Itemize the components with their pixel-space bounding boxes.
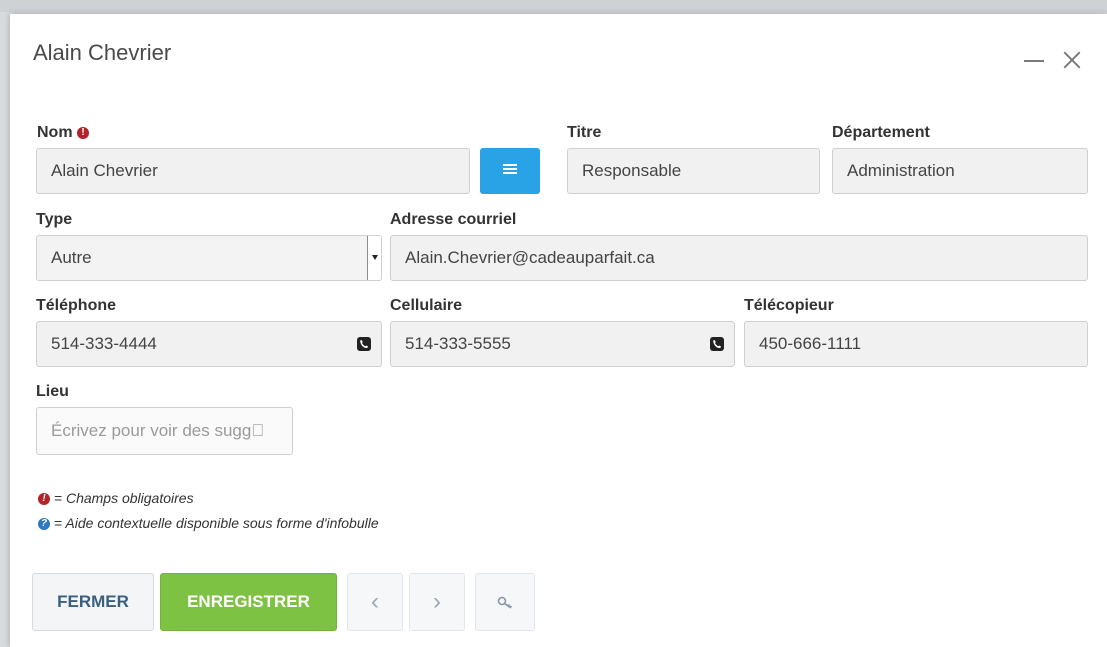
type-select[interactable]: Autre	[36, 235, 382, 281]
courriel-label: Adresse courriel	[390, 211, 517, 228]
minimize-button[interactable]	[1022, 48, 1046, 72]
nom-input[interactable]: Alain Chevrier	[36, 148, 470, 194]
key-icon	[497, 596, 513, 609]
telecopieur-label: Télécopieur	[744, 297, 834, 314]
courriel-input[interactable]: Alain.Chevrier@cadeauparfait.ca	[390, 235, 1088, 281]
enregistrer-button[interactable]: ENREGISTRER	[160, 573, 337, 631]
dialog-title: Alain Chevrier	[33, 40, 172, 65]
telecopieur-input[interactable]: 450-666-1111	[744, 321, 1088, 367]
contact-dialog: Alain Chevrier Nom ! Alain Chevrier Titr…	[10, 14, 1107, 647]
chevron-right-icon: ›	[433, 588, 441, 615]
cellulaire-input[interactable]: 514-333-5555	[390, 321, 735, 367]
question-circle-icon: ?	[38, 518, 50, 530]
cellulaire-label: Cellulaire	[390, 297, 463, 314]
departement-label: Département	[832, 124, 930, 141]
fermer-button[interactable]: FERMER	[32, 573, 154, 631]
required-icon: !	[77, 127, 90, 139]
telephone-value: 514-333-4444	[51, 334, 157, 353]
list-button[interactable]	[480, 148, 540, 194]
phone-icon	[710, 337, 724, 351]
telephone-label: Téléphone	[36, 297, 117, 314]
type-label: Type	[36, 211, 73, 228]
telephone-input[interactable]: 514-333-4444	[36, 321, 382, 367]
phone-icon	[357, 337, 371, 351]
previous-button[interactable]: ‹	[347, 573, 403, 631]
chevron-down-icon[interactable]	[367, 236, 381, 280]
required-legend: ! = Champs obligatoires	[38, 490, 194, 506]
titre-input[interactable]: Responsable	[567, 148, 820, 194]
titre-label: Titre	[567, 124, 602, 141]
close-dialog-button[interactable]	[1060, 48, 1084, 72]
type-selected-value: Autre	[51, 248, 92, 267]
cellulaire-value: 514-333-5555	[405, 334, 511, 353]
exclamation-circle-icon: !	[38, 493, 50, 505]
chevron-left-icon: ‹	[371, 588, 379, 615]
list-icon	[503, 164, 517, 176]
next-button[interactable]: ›	[409, 573, 465, 631]
key-button[interactable]	[475, 573, 535, 631]
lieu-input[interactable]: Écrivez pour voir des sugg 	[36, 407, 293, 455]
nom-label: Nom !	[37, 124, 90, 142]
lieu-label: Lieu	[36, 383, 69, 400]
departement-input[interactable]: Administration	[832, 148, 1088, 194]
help-legend: ? = Aide contextuelle disponible sous fo…	[38, 515, 379, 531]
backdrop	[0, 0, 1107, 12]
